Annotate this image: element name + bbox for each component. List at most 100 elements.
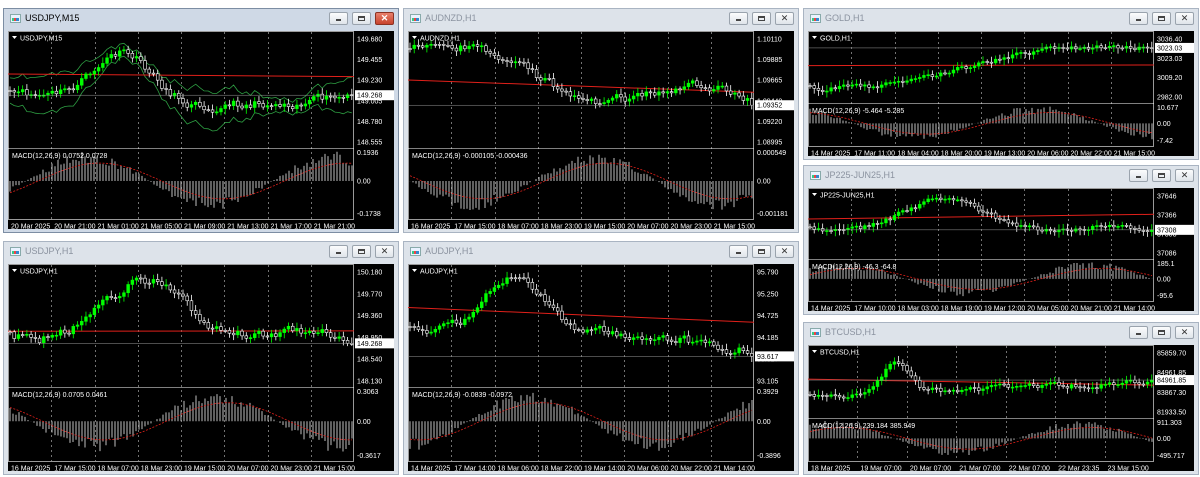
close-button[interactable]: ✕	[1175, 12, 1194, 25]
close-button[interactable]: ✕	[375, 12, 394, 25]
candle	[720, 349, 724, 351]
title-bar[interactable]: USDJPY,M15 ✕	[4, 9, 398, 29]
time-axis-label: 21 Mar 05:00	[141, 224, 182, 230]
chart-window-btcusd-h1[interactable]: BTCUSD,H1 ✕ 85859.70 84961.85 83867.30 8193…	[803, 322, 1199, 475]
price-axis-label: 94.725	[757, 313, 779, 320]
price-axis-label: 148.780	[357, 119, 382, 126]
candle	[686, 335, 691, 343]
candle	[1031, 51, 1036, 55]
candle	[842, 396, 846, 399]
chart-window-jp225-h1[interactable]: JP225-JUN25,H1 ✕ 37646 37366 37308 37086 373…	[803, 165, 1199, 315]
close-button[interactable]: ✕	[775, 12, 794, 25]
indicator-axis-label: 185.1	[1157, 261, 1175, 268]
candle	[939, 387, 943, 392]
title-bar[interactable]: BTCUSD,H1 ✕	[804, 323, 1198, 343]
title-bar[interactable]: USDJPY,H1 ✕	[4, 242, 398, 262]
candle	[989, 385, 994, 388]
candle	[467, 316, 471, 320]
candle	[151, 279, 156, 284]
candle	[113, 54, 118, 57]
close-button[interactable]: ✕	[375, 245, 394, 258]
candle	[880, 84, 884, 88]
candle	[981, 61, 985, 64]
price-axis-label: 3023.03	[1157, 56, 1182, 63]
time-axis-label: 21 Mar 14:00	[1114, 306, 1155, 312]
maximize-button[interactable]	[352, 245, 371, 258]
price-axis-label: 1.08995	[757, 140, 782, 147]
title-bar[interactable]: JP225-JUN25,H1 ✕	[804, 166, 1198, 186]
candle	[631, 95, 636, 100]
minimize-button[interactable]	[1129, 326, 1148, 339]
title-bar[interactable]: AUDNZD,H1 ✕	[404, 9, 798, 29]
close-button[interactable]: ✕	[1175, 169, 1194, 182]
candle	[1074, 384, 1078, 388]
candle	[1091, 387, 1095, 390]
candle	[909, 370, 913, 377]
candle	[1015, 222, 1019, 227]
close-button[interactable]: ✕	[775, 245, 794, 258]
time-axis-label: 21 Mar 09:00	[184, 224, 225, 230]
chart-canvas[interactable]: 95.79095.25094.72594.18593.61793.10593.6…	[408, 264, 794, 471]
candle	[695, 80, 699, 86]
candle	[442, 44, 446, 46]
minimize-button[interactable]	[329, 245, 348, 258]
candle	[1116, 45, 1120, 49]
price-axis-label: 81933.50	[1157, 410, 1186, 417]
candle	[257, 330, 261, 334]
title-bar[interactable]: GOLD,H1 ✕	[804, 9, 1198, 29]
candle	[1095, 45, 1099, 49]
candle	[433, 44, 438, 46]
candle	[1061, 385, 1065, 387]
candle	[75, 84, 80, 91]
candle	[513, 277, 518, 280]
chart-canvas[interactable]: 1.101101.098851.096651.094401.092201.089…	[408, 31, 794, 229]
maximize-button[interactable]	[1152, 326, 1171, 339]
candle	[202, 105, 206, 110]
chart-canvas[interactable]: 150.180149.770149.360148.950148.540148.1…	[8, 264, 394, 471]
title-bar[interactable]: AUDJPY,H1 ✕	[404, 242, 798, 262]
time-axis-label: 18 Mar 20:00	[941, 151, 982, 157]
candle	[1040, 48, 1044, 51]
moving-average-line	[408, 307, 755, 323]
candle	[1036, 226, 1040, 231]
chart-canvas[interactable]: 85859.7084961.8583867.3081933.5084961.85…	[808, 345, 1194, 471]
chart-canvas[interactable]: 3764637366373083708637308185.10.00-95.61…	[808, 188, 1194, 311]
chart-window-usdjpy-m15[interactable]: USDJPY,M15 ✕ 149.680 149.455 149.230 149.00…	[3, 8, 399, 233]
minimize-button[interactable]	[729, 245, 748, 258]
close-button[interactable]: ✕	[1175, 326, 1194, 339]
chart-canvas[interactable]: 149.680149.455149.230149.005148.780148.5…	[8, 31, 394, 229]
candle	[1036, 385, 1040, 388]
candle	[981, 210, 985, 213]
candle	[716, 344, 720, 350]
candle	[320, 93, 324, 100]
time-axis-label: 21 Mar 01:00	[98, 224, 139, 230]
candle	[901, 363, 905, 366]
candle	[16, 91, 21, 94]
minimize-button[interactable]	[729, 12, 748, 25]
chart-window-usdjpy-h1[interactable]: USDJPY,H1 ✕ 150.180149.770149.360148.950…	[3, 241, 399, 475]
candle	[278, 104, 282, 107]
window-title: USDJPY,H1	[25, 246, 74, 256]
time-axis-label: 20 Mar 22:00	[1071, 151, 1112, 157]
minimize-button[interactable]	[329, 12, 348, 25]
maximize-button[interactable]	[752, 245, 771, 258]
minimize-button[interactable]	[1129, 12, 1148, 25]
maximize-button[interactable]	[752, 12, 771, 25]
maximize-button[interactable]	[352, 12, 371, 25]
chart-window-gold-h1[interactable]: GOLD,H1 ✕ 3036.40 3023.03 3009.20 2982.00 30…	[803, 8, 1199, 160]
chart-canvas[interactable]: 3036.403023.033009.202982.003023.0310.67…	[808, 31, 1194, 156]
candle	[408, 326, 412, 328]
candle	[930, 198, 935, 201]
time-axis-label: 19 Mar 13:00	[984, 151, 1025, 157]
chart-window-audjpy-h1[interactable]: AUDJPY,H1 ✕ 95.790 95.250 94.725 94.185 93.6…	[403, 241, 799, 475]
indicator-axis-label: -0.001181	[757, 211, 788, 218]
minimize-button[interactable]	[1129, 169, 1148, 182]
candle	[939, 197, 943, 200]
candle	[850, 84, 854, 87]
symbol-label: AUDJPY,H1	[420, 269, 458, 276]
maximize-button[interactable]	[1152, 12, 1171, 25]
candle	[1112, 382, 1116, 385]
maximize-button[interactable]	[1152, 169, 1171, 182]
candle	[96, 67, 101, 72]
chart-window-audnzd-h1[interactable]: AUDNZD,H1 ✕ 1.101101.098851.096651.09440…	[403, 8, 799, 233]
